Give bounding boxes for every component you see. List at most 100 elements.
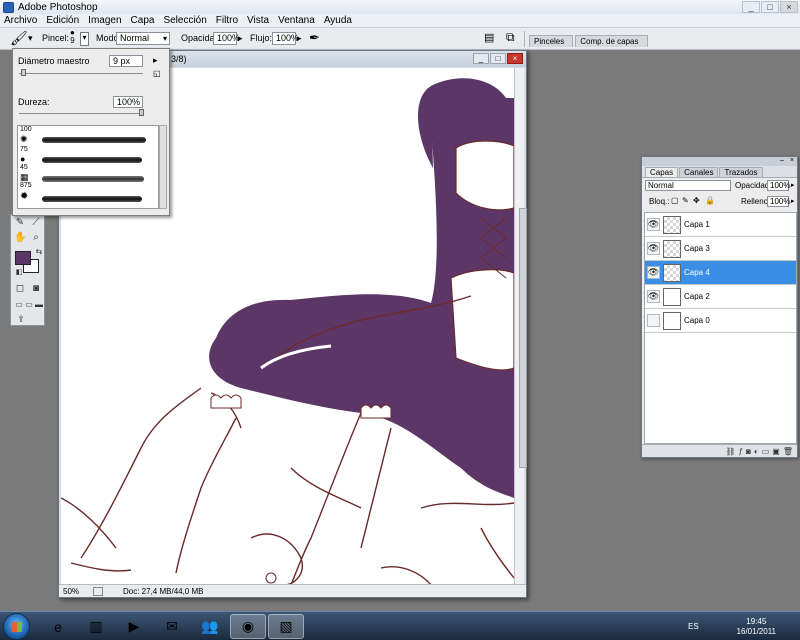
visibility-eye-icon[interactable]: · (647, 314, 660, 327)
notes-tool-icon[interactable]: ✎ (14, 217, 26, 229)
fullscreen-icon[interactable]: ▬ (33, 299, 45, 311)
airbrush-icon[interactable]: ✒ (309, 30, 320, 46)
diameter-field[interactable]: 9 px (109, 55, 143, 67)
lock-transparency-icon[interactable]: ▢ (671, 196, 679, 205)
round-brush-icon[interactable]: ● (20, 154, 25, 164)
lock-position-icon[interactable]: ✥ (693, 196, 700, 205)
brush-stroke-preview[interactable] (42, 196, 142, 202)
brush-tool-icon[interactable]: 🖌 (10, 30, 28, 47)
layer-opacity-field[interactable]: 100% (767, 180, 790, 191)
tab-pinceles[interactable]: Pinceles (529, 35, 574, 47)
visibility-eye-icon[interactable]: 👁 (647, 266, 660, 279)
layer-opacity-arrow-icon[interactable]: ▸ (791, 181, 795, 189)
media-player-icon[interactable]: ▶ (116, 614, 152, 639)
doc-minimize-button[interactable]: _ (473, 53, 489, 64)
menu-ventana[interactable]: Ventana (278, 15, 315, 26)
diameter-slider[interactable] (19, 73, 143, 74)
lock-pixels-icon[interactable]: ✎ (682, 196, 689, 205)
opacity-arrow-icon[interactable]: ▸ (238, 33, 243, 44)
hardness-field[interactable]: 100% (113, 96, 143, 108)
fill-arrow-icon[interactable]: ▸ (791, 197, 795, 205)
default-colors-icon[interactable]: ◧ (13, 267, 25, 279)
layer-row[interactable]: 👁 Capa 2 (645, 285, 796, 309)
layer-row[interactable]: 👁 Capa 1 (645, 213, 796, 237)
layer-row-selected[interactable]: 👁 Capa 4 (645, 261, 796, 285)
adjustment-layer-icon[interactable]: ◐ (754, 447, 759, 456)
layer-row[interactable]: 👁 Capa 3 (645, 237, 796, 261)
menu-edicion[interactable]: Edición (46, 15, 79, 26)
save-brush-icon[interactable]: ◱ (153, 69, 161, 78)
foreground-color-swatch[interactable] (15, 251, 31, 265)
visibility-eye-icon[interactable]: 👁 (647, 218, 660, 231)
lock-all-icon[interactable]: 🔒 (705, 196, 715, 205)
tab-comp-capas[interactable]: Comp. de capas (575, 35, 648, 47)
soft-brush-icon[interactable]: ✺ (20, 134, 28, 145)
menu-capa[interactable]: Capa (131, 15, 155, 26)
brush-menu-icon[interactable]: ▸ (153, 55, 158, 66)
standard-mode-icon[interactable]: ◻ (14, 283, 26, 295)
brush-stroke-preview[interactable] (42, 176, 144, 182)
layer-mask-icon[interactable]: ◙ (746, 447, 751, 456)
quickmask-mode-icon[interactable]: ◙ (30, 283, 42, 295)
brush-list-scrollbar[interactable] (159, 125, 167, 209)
visibility-eye-icon[interactable]: 👁 (647, 242, 660, 255)
maximize-button[interactable]: □ (761, 1, 779, 13)
clock[interactable]: 19:45 16/01/2011 (737, 617, 776, 637)
messenger-icon[interactable]: ✉ (154, 614, 190, 639)
tab-canales[interactable]: Canales (679, 167, 719, 177)
palette-icon[interactable]: ⧉ (506, 30, 515, 45)
zoom-tool-icon[interactable]: ⌕ (30, 232, 42, 244)
jump-to-imageready-icon[interactable]: ⇪ (15, 313, 27, 325)
status-menu-icon[interactable] (93, 586, 103, 596)
start-button[interactable] (3, 613, 30, 640)
opacity-field[interactable]: 100% (213, 32, 240, 45)
ie-icon[interactable]: e (40, 614, 76, 639)
menu-archivo[interactable]: Archivo (4, 15, 37, 26)
eyedropper-tool-icon[interactable]: ⟋ (30, 217, 42, 229)
swap-colors-icon[interactable]: ⇆ (33, 246, 45, 258)
people-icon[interactable]: 👥 (192, 614, 228, 639)
star-brush-icon[interactable]: ✹ (20, 191, 28, 202)
layer-row[interactable]: · Capa 0 (645, 309, 796, 333)
vertical-scrollbar[interactable] (514, 68, 527, 585)
new-group-icon[interactable]: ▭ (762, 447, 770, 456)
hand-tool-icon[interactable]: ✋ (14, 232, 26, 244)
panel-minimize-button[interactable]: – (778, 157, 786, 165)
menu-seleccion[interactable]: Selección (163, 15, 206, 26)
diameter-slider-thumb[interactable] (21, 69, 26, 76)
tab-capas[interactable]: Capas (645, 167, 679, 177)
doc-maximize-button[interactable]: □ (490, 53, 506, 64)
brush-preset-list[interactable]: 100 ✺ 75 ● 45 ▦ 875 ✹ (17, 125, 159, 209)
flow-field[interactable]: 100% (272, 32, 299, 45)
photoshop-taskbar-icon[interactable]: ▧ (268, 614, 304, 639)
blend-mode-dropdown[interactable]: Normal (645, 180, 731, 191)
visibility-eye-icon[interactable]: 👁 (647, 290, 660, 303)
chrome-icon[interactable]: ◉ (230, 614, 266, 639)
brush-stroke-preview[interactable] (42, 137, 146, 143)
fill-field[interactable]: 100% (767, 196, 790, 207)
scroll-thumb[interactable] (519, 208, 527, 468)
doc-close-button[interactable]: × (507, 53, 523, 64)
brush-stroke-preview[interactable] (42, 157, 142, 163)
language-indicator[interactable]: ES (688, 622, 699, 631)
delete-layer-icon[interactable]: 🗑 (783, 447, 793, 456)
menu-vista[interactable]: Vista (247, 15, 269, 26)
panel-close-button[interactable]: × (788, 157, 796, 165)
brush-picker-toggle[interactable]: ▾ (80, 32, 89, 46)
zoom-field[interactable]: 50% (63, 587, 93, 596)
hardness-slider-thumb[interactable] (139, 109, 144, 116)
minimize-button[interactable]: _ (742, 1, 760, 13)
new-layer-icon[interactable]: ▣ (772, 447, 780, 456)
explorer-icon[interactable]: ▥ (78, 614, 114, 639)
layer-style-icon[interactable]: ƒ (739, 447, 743, 456)
menu-filtro[interactable]: Filtro (216, 15, 238, 26)
flow-arrow-icon[interactable]: ▸ (297, 33, 302, 44)
menu-imagen[interactable]: Imagen (88, 15, 121, 26)
tab-trazados[interactable]: Trazados (719, 167, 763, 177)
file-browser-icon[interactable]: ▤ (484, 31, 494, 44)
close-button[interactable]: × (780, 1, 798, 13)
brush-preview[interactable]: ● 9 (70, 29, 75, 45)
menu-ayuda[interactable]: Ayuda (324, 15, 352, 26)
panel-header[interactable]: – × (642, 157, 797, 166)
link-layers-icon[interactable]: ⛓ (725, 447, 735, 456)
